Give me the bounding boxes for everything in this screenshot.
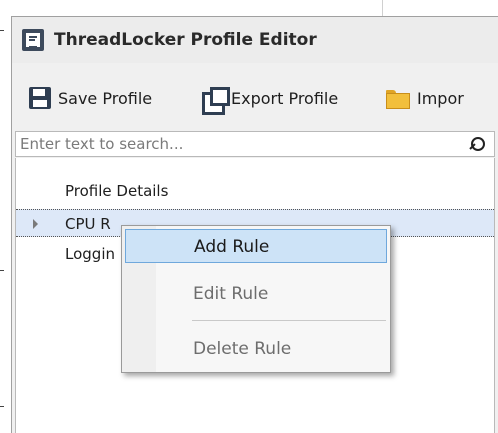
menu-item-delete-rule[interactable]: Delete Rule [125,332,387,366]
import-profile-button[interactable]: Impor [386,83,464,113]
menu-item-edit-rule[interactable]: Edit Rule [125,277,387,311]
search-icon[interactable] [469,137,485,153]
app-logo-icon [22,29,44,51]
title-bar[interactable]: ThreadLocker Profile Editor [12,17,498,63]
search-box [15,131,495,157]
background-tick [0,406,4,407]
tree-item-label: Profile Details [65,182,169,200]
background-tick [0,30,4,31]
tree-item-profile-details[interactable]: Profile Details [16,177,494,205]
desktop-background: ThreadLocker Profile Editor Save Profile… [0,0,498,433]
menu-separator [192,320,386,321]
save-profile-label: Save Profile [58,88,153,108]
background-divider [382,0,383,16]
import-profile-label: Impor [417,88,464,108]
export-windows-icon [202,87,230,115]
tree-item-label: Loggin [65,245,115,263]
menu-item-add-rule[interactable]: Add Rule [125,229,387,263]
open-folder-icon [386,88,410,109]
floppy-disk-icon [29,87,51,109]
menu-item-label: Edit Rule [193,284,269,304]
search-input[interactable] [20,134,460,154]
context-menu: Add Rule Edit Rule Delete Rule [121,225,391,373]
background-tick [0,270,4,271]
menu-item-label: Delete Rule [193,339,292,359]
export-profile-button[interactable]: Export Profile [202,83,339,115]
export-profile-label: Export Profile [231,88,339,108]
tree-item-label: CPU R [65,215,111,233]
save-profile-button[interactable]: Save Profile [29,83,152,113]
expand-arrow-icon[interactable] [33,219,38,229]
menu-item-label: Add Rule [194,237,270,257]
toolbar: Save Profile Export Profile Impor [12,77,498,119]
window-title: ThreadLocker Profile Editor [54,30,317,50]
